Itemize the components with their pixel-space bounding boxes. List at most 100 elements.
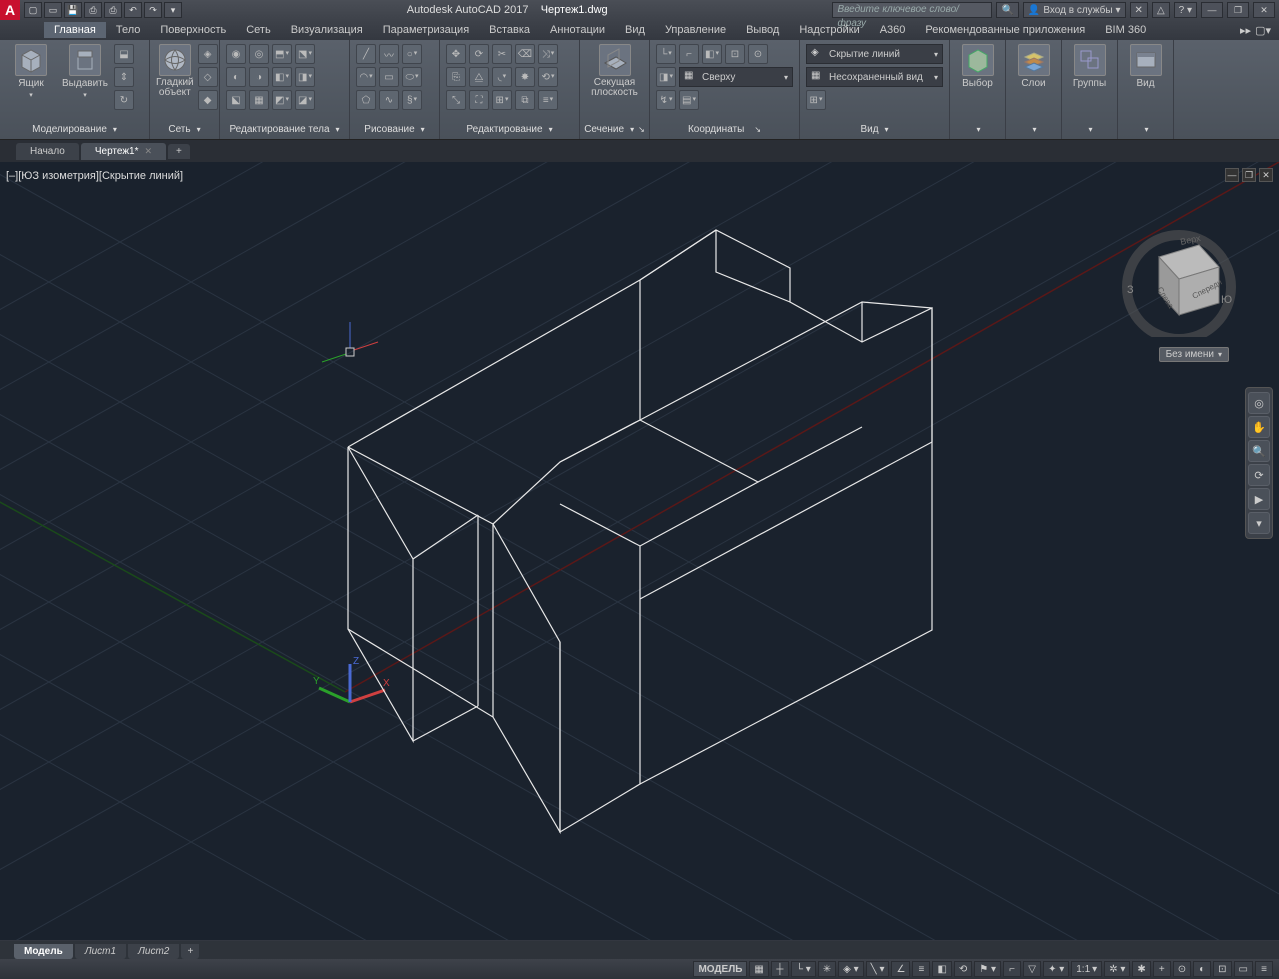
qat-saveas-icon[interactable]: ⎙ — [84, 2, 102, 18]
tab-surface[interactable]: Поверхность — [150, 22, 236, 38]
rectangle-icon[interactable]: ▭ — [379, 67, 399, 87]
subtract-icon[interactable]: ◎ — [249, 44, 269, 64]
status-customize-icon[interactable]: ≡ — [1255, 961, 1273, 977]
tab-manage[interactable]: Управление — [655, 22, 736, 38]
status-dynucs-icon[interactable]: ⌐ — [1003, 961, 1021, 977]
mesh-crease-icon[interactable]: ◆ — [198, 90, 218, 110]
tab-close-icon[interactable]: ✕ — [144, 146, 152, 157]
tab-insert[interactable]: Вставка — [479, 22, 540, 38]
rotate-icon[interactable]: ⟳ — [469, 44, 489, 64]
panel-solidedit-title[interactable]: Редактирование тела — [229, 124, 329, 135]
mirror-icon[interactable]: ⧋ — [469, 67, 489, 87]
app-logo[interactable]: A — [0, 0, 20, 20]
tab-view[interactable]: Вид — [615, 22, 655, 38]
status-otrack-icon[interactable]: ∠ — [891, 961, 910, 977]
3dmove-icon[interactable]: ⤨ — [538, 44, 558, 64]
align-icon[interactable]: ≡ — [538, 90, 558, 110]
tab-new-button[interactable]: + — [168, 144, 190, 159]
status-annovis-icon[interactable]: ✲ ▾ — [1104, 961, 1130, 977]
nav-zoom-icon[interactable]: 🔍 — [1248, 440, 1270, 462]
spline-icon[interactable]: ∿ — [379, 90, 399, 110]
help-icon[interactable]: ? ▾ — [1174, 2, 1197, 18]
viewport[interactable]: [–][ЮЗ изометрия][Скрытие линий] — ❐ ✕ X… — [0, 162, 1279, 940]
ucs-z-icon[interactable]: ↯ — [656, 90, 676, 110]
tab-start[interactable]: Начало — [16, 143, 79, 160]
tab-mesh[interactable]: Сеть — [236, 22, 280, 38]
line-icon[interactable]: ╱ — [356, 44, 376, 64]
qat-save-icon[interactable]: 💾 — [64, 2, 82, 18]
copy-icon[interactable]: ⎘ — [446, 67, 466, 87]
search-input[interactable]: Введите ключевое слово/фразу — [832, 2, 992, 18]
presspull-icon[interactable]: ⇕ — [114, 67, 134, 87]
infocenter-icon[interactable]: 🔍 — [996, 2, 1018, 18]
extrude-face-icon[interactable]: ⬒ — [272, 44, 292, 64]
status-model-button[interactable]: МОДЕЛЬ — [693, 961, 747, 977]
status-clean-icon[interactable]: ▭ — [1234, 961, 1253, 977]
arc-icon[interactable]: ◠ — [356, 67, 376, 87]
exchange-icon[interactable]: ✕ — [1130, 2, 1148, 18]
layers-button[interactable]: Слои — [1012, 44, 1055, 122]
separate-icon[interactable]: ◪ — [295, 90, 315, 110]
smooth-button[interactable]: Гладкий объект — [156, 44, 194, 122]
tab-addins[interactable]: Надстройки — [789, 22, 869, 38]
view2-button[interactable]: Вид — [1124, 44, 1167, 122]
view-top-combo[interactable]: ▦ Сверху ▾ — [679, 67, 793, 87]
status-workspace-icon[interactable]: ✱ — [1132, 961, 1150, 977]
qat-undo-icon[interactable]: ↶ — [124, 2, 142, 18]
panel-modeling-title[interactable]: Моделирование — [32, 124, 107, 135]
close-button[interactable]: ✕ — [1253, 2, 1275, 18]
tab-main[interactable]: Главная — [44, 22, 106, 38]
status-units-icon[interactable]: ⊙ — [1173, 961, 1191, 977]
panel-modify-title[interactable]: Редактирование — [466, 124, 542, 135]
nav-pan-icon[interactable]: ✋ — [1248, 416, 1270, 438]
status-3dosnap-icon[interactable]: ⚑ ▾ — [974, 961, 1001, 977]
status-filter-icon[interactable]: ▽ — [1023, 961, 1041, 977]
status-transparency-icon[interactable]: ◧ — [932, 961, 951, 977]
union-icon[interactable]: ◉ — [226, 44, 246, 64]
status-gizmo-icon[interactable]: ✦ ▾ — [1043, 961, 1069, 977]
intersect-icon[interactable]: ◐ — [226, 67, 246, 87]
box-button[interactable]: Ящик ▾ — [6, 44, 56, 122]
status-osnap-icon[interactable]: ╲ ▾ — [866, 961, 890, 977]
panel-view-title[interactable]: Вид — [860, 124, 878, 135]
status-ortho-icon[interactable]: └ ▾ — [791, 961, 816, 977]
interfere-icon[interactable]: ◑ — [249, 67, 269, 87]
qat-redo-icon[interactable]: ↷ — [144, 2, 162, 18]
nav-orbit-icon[interactable]: ⟳ — [1248, 464, 1270, 486]
panel-mesh-title[interactable]: Сеть — [168, 124, 190, 135]
status-polar-icon[interactable]: ✳ — [818, 961, 836, 977]
stretch-icon[interactable]: ⤡ — [446, 90, 466, 110]
circle-icon[interactable]: ○ — [402, 44, 422, 64]
tab-featured[interactable]: Рекомендованные приложения — [915, 22, 1095, 38]
panel-section-title[interactable]: Сечение — [584, 124, 624, 135]
panel-coords-title[interactable]: Координаты — [688, 124, 744, 135]
tab-solid[interactable]: Тело — [106, 22, 151, 38]
polyline-icon[interactable]: 〰 — [379, 44, 399, 64]
scale-icon[interactable]: ⛶ — [469, 90, 489, 110]
status-iso-icon[interactable]: ◈ ▾ — [838, 961, 864, 977]
tab-a360[interactable]: A360 — [870, 22, 916, 38]
status-annoscale-label[interactable]: 1:1 ▾ — [1071, 961, 1102, 977]
status-annomonitor-icon[interactable]: + — [1153, 961, 1171, 977]
tab-output[interactable]: Вывод — [736, 22, 789, 38]
ucs-obj-icon[interactable]: ◨ — [656, 67, 676, 87]
explode-icon[interactable]: ✸ — [515, 67, 535, 87]
mesh-less-icon[interactable]: ◇ — [198, 67, 218, 87]
helix-icon[interactable]: § — [402, 90, 422, 110]
fillet-icon[interactable]: ◟ — [492, 67, 512, 87]
ucs-view-icon[interactable]: ⊡ — [725, 44, 745, 64]
ucs-origin-icon[interactable]: ⊙ — [748, 44, 768, 64]
thicken-icon[interactable]: ▦ — [249, 90, 269, 110]
qat-open-icon[interactable]: ▭ — [44, 2, 62, 18]
qat-more-icon[interactable]: ▾ — [164, 2, 182, 18]
select-button[interactable]: Выбор — [956, 44, 999, 122]
mesh-more-icon[interactable]: ◈ — [198, 44, 218, 64]
array-icon[interactable]: ⊞ — [492, 90, 512, 110]
tab-annotate[interactable]: Аннотации — [540, 22, 615, 38]
taper-face-icon[interactable]: ⬔ — [295, 44, 315, 64]
imprint-icon[interactable]: ◩ — [272, 90, 292, 110]
polysolid-icon[interactable]: ⬓ — [114, 44, 134, 64]
viewcube[interactable]: Верх Слева Спереди З Ю — [1119, 217, 1239, 337]
status-lineweight-icon[interactable]: ≡ — [912, 961, 930, 977]
nav-showmotion-icon[interactable]: ▶ — [1248, 488, 1270, 510]
